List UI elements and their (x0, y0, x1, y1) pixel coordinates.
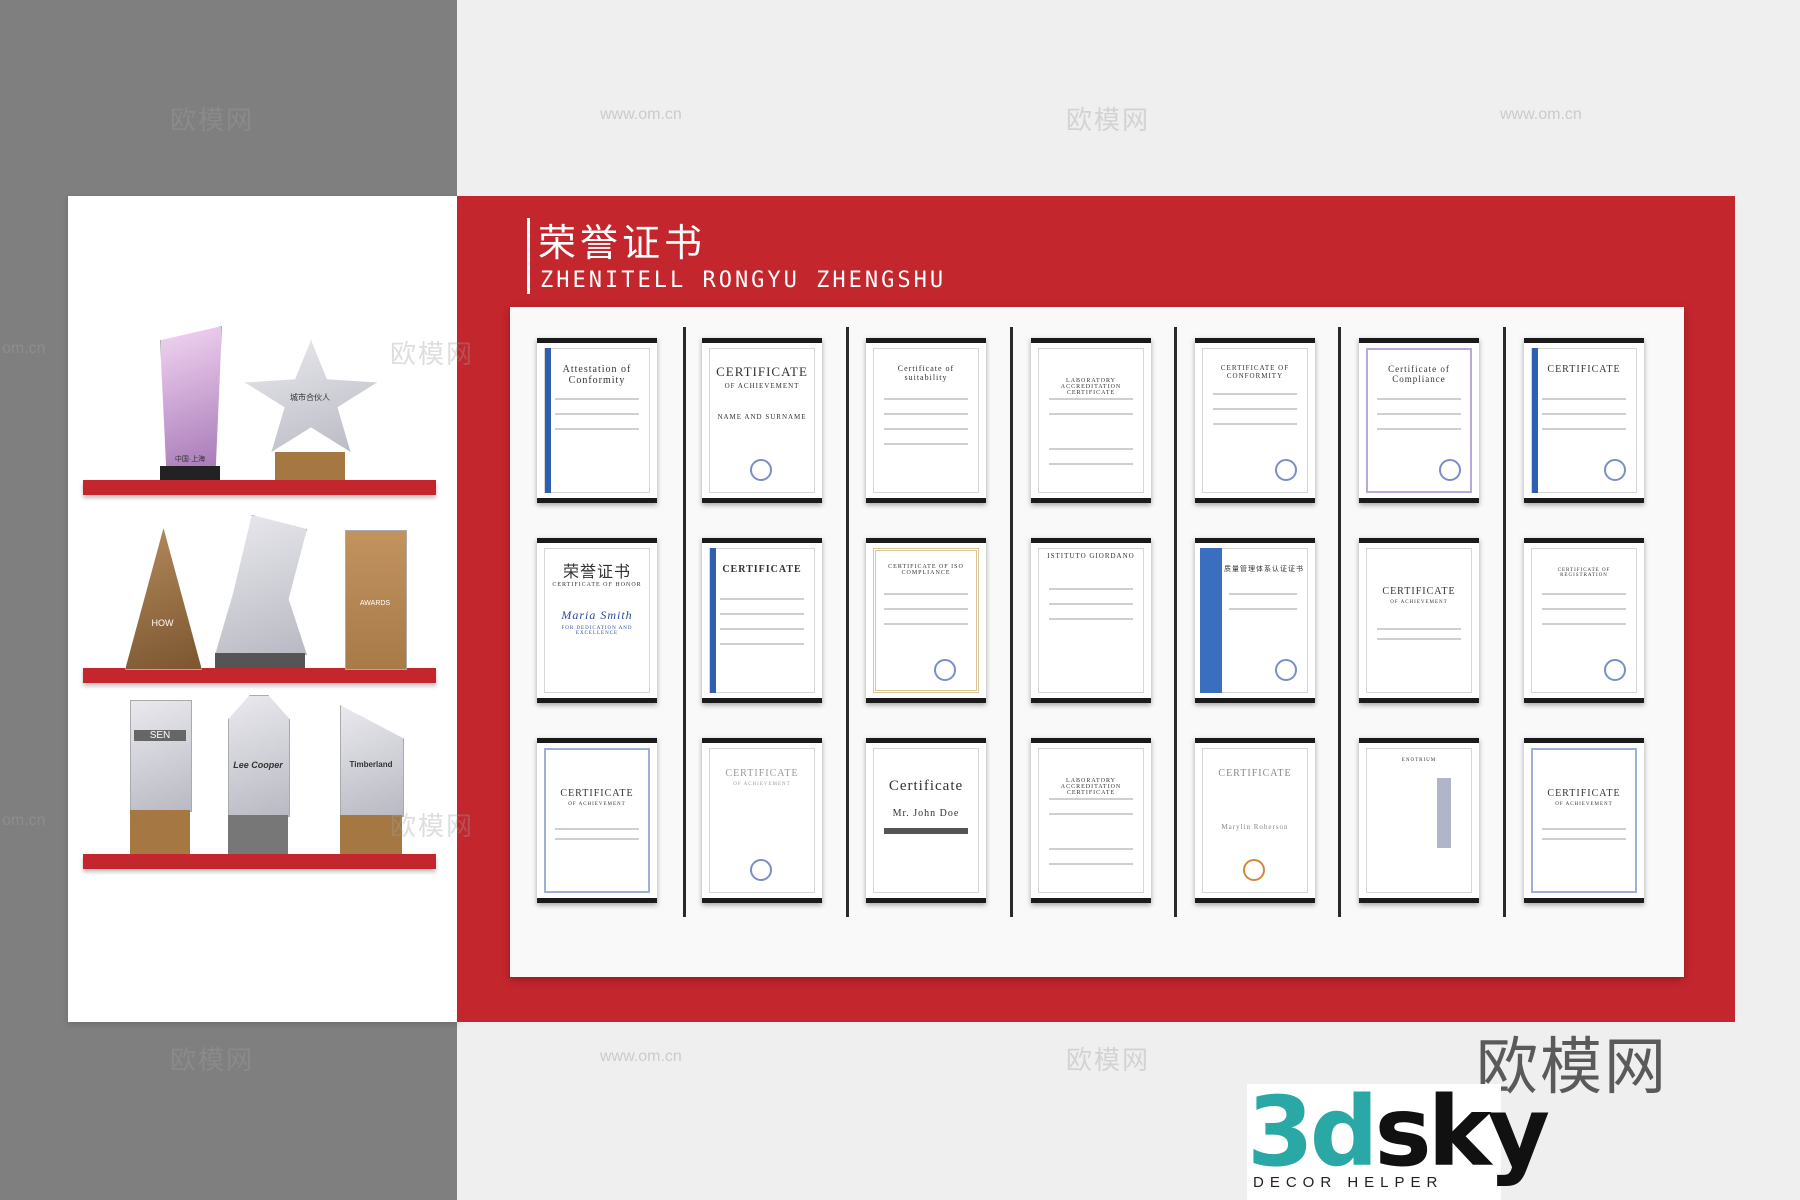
title-accent-bar (527, 218, 530, 294)
watermark-url: www.om.cn (600, 1048, 682, 1065)
certificate-item[interactable]: ISTITUTO GIORDANO (1031, 538, 1151, 703)
watermark-url: www.om.cn (600, 106, 682, 123)
watermark: 欧模网 (1066, 1045, 1151, 1075)
certificate-item[interactable]: CERTIFICATE OF ACHIEVEMENT (702, 738, 822, 903)
crystal-trophy (215, 515, 307, 668)
certificate-item[interactable]: Certificate of suitability (866, 338, 986, 503)
glass-trophy: Lee Cooper (228, 695, 290, 854)
certificate-item[interactable]: LABORATORY ACCREDITATION CERTIFICATE (1031, 338, 1151, 503)
column-divider (846, 327, 849, 917)
certificate-item[interactable]: CERTIFICATE OF ISO COMPLIANCE (866, 538, 986, 703)
column-divider (1174, 327, 1177, 917)
certificate-item[interactable]: ENOTRIUM (1359, 738, 1479, 903)
column-divider (683, 327, 686, 917)
column-divider (1010, 327, 1013, 917)
column-divider (1503, 327, 1506, 917)
certificate-item[interactable]: Certificate Mr. John Doe (866, 738, 986, 903)
shelf-bottom (83, 854, 436, 869)
watermark: 欧模网 (390, 339, 475, 369)
watermark: 欧模网 (170, 105, 255, 135)
page-title: 荣誉证书 (538, 223, 707, 265)
wood-trophy: HOW (125, 528, 202, 670)
watermark-url: om.cn (2, 340, 46, 357)
certificate-item[interactable]: 荣誉证书 CERTIFICATE OF HONOR Maria Smith FO… (537, 538, 657, 703)
certificate-item[interactable]: CERTIFICATE (1524, 338, 1644, 503)
certificate-item[interactable]: LABORATORY ACCREDITATION CERTIFICATE (1031, 738, 1151, 903)
certificate-item[interactable]: CERTIFICATE OF ACHIEVEMENT (1359, 538, 1479, 703)
glass-trophy: SEN (130, 700, 192, 854)
watermark: 欧模网 (390, 811, 475, 841)
column-divider (1338, 327, 1341, 917)
certificate-item[interactable]: Attestation of Conformity (537, 338, 657, 503)
certificate-item[interactable]: 质量管理体系认证证书 (1195, 538, 1315, 703)
certificate-item[interactable]: CERTIFICATE OF REGISTRATION (1524, 538, 1644, 703)
shelf-middle (83, 668, 436, 683)
certificate-item[interactable]: CERTIFICATE (702, 538, 822, 703)
shelf-top (83, 480, 436, 495)
watermark-url: www.om.cn (1500, 106, 1582, 123)
certificate-item[interactable]: CERTIFICATE OF CONFORMITY (1195, 338, 1315, 503)
logo-3dsky: 3dsky DECOR HELPER (1247, 1076, 1550, 1200)
certificate-item[interactable]: Certificate of Compliance (1359, 338, 1479, 503)
watermark: 欧模网 (170, 1045, 255, 1075)
logo-part-3d: 3d (1247, 1076, 1379, 1188)
watermark: 欧模网 (1066, 105, 1151, 135)
trophy-award: 中国·上海 (160, 326, 222, 480)
page-subtitle: ZHENITELL RONGYU ZHENGSHU (540, 268, 947, 293)
plaque-trophy: AWARDS (345, 530, 407, 670)
star-trophy: 城市合伙人 (245, 340, 377, 480)
certificate-item[interactable]: CERTIFICATE Marylin Roberson (1195, 738, 1315, 903)
logo-tagline: DECOR HELPER (1253, 1174, 1444, 1191)
certificate-item[interactable]: CERTIFICATE OF ACHIEVEMENT NAME AND SURN… (702, 338, 822, 503)
certificate-item[interactable]: CERTIFICATE OF ACHIEVEMENT (537, 738, 657, 903)
watermark-url: om.cn (2, 812, 46, 829)
certificate-item[interactable]: CERTIFICATE OF ACHIEVEMENT (1524, 738, 1644, 903)
logo-part-sky: sky (1374, 1076, 1551, 1188)
